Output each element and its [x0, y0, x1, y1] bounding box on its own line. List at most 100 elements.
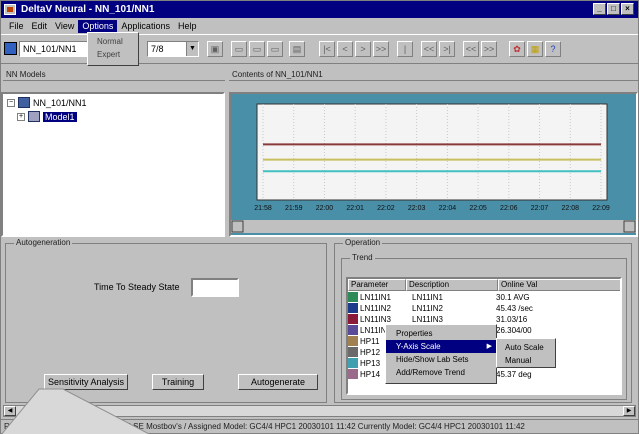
ctx-hide-show-lab[interactable]: Hide/Show Lab Sets: [386, 353, 496, 366]
gear-icon[interactable]: ✿: [509, 41, 525, 57]
cell-description: LN11IN3: [412, 314, 443, 324]
x-tick-label: 22:02: [377, 205, 395, 212]
ctx-properties[interactable]: Properties: [386, 327, 496, 340]
training-button[interactable]: Training: [152, 374, 204, 390]
nav-fast-forward-button[interactable]: >>: [373, 41, 389, 57]
print-icon[interactable]: ▦: [527, 41, 543, 57]
model-node-icon: [28, 111, 40, 122]
scroll-left-icon[interactable]: ◀: [4, 406, 16, 416]
x-tick-label: 22:05: [469, 205, 487, 212]
cell-parameter: LN11IN1: [360, 292, 391, 302]
x-tick-label: 21:59: [285, 205, 303, 212]
context-menu: Properties Y-Axis Scale ▶ Hide/Show Lab S…: [385, 324, 497, 384]
trend-color-swatch: [348, 358, 358, 368]
menu-options[interactable]: Options: [78, 19, 118, 33]
nav-prev-button[interactable]: <: [337, 41, 353, 57]
col-description[interactable]: Description: [406, 279, 498, 291]
nav-rewind-button[interactable]: <<: [421, 41, 437, 57]
nav-first-button[interactable]: |<: [319, 41, 335, 57]
autogenerate-button[interactable]: Autogenerate: [238, 374, 318, 390]
table-header: Parameter Description Online Val: [348, 279, 620, 291]
trend-color-swatch: [348, 325, 358, 335]
x-tick-label: 22:08: [562, 205, 580, 212]
submenu-arrow-icon: ▶: [486, 343, 492, 350]
table-row[interactable]: LN11IN1 LN11IN1 30.1 AVG: [348, 292, 620, 302]
model-tree: − NN_101/NN1 + Model1: [1, 92, 225, 237]
scroll-right-icon[interactable]: ▶: [623, 406, 635, 416]
ctx-add-remove-trend[interactable]: Add/Remove Trend: [386, 366, 496, 379]
nav-pause-button[interactable]: |: [397, 41, 413, 57]
tree-model-label[interactable]: Model1: [43, 111, 77, 122]
collapse-icon[interactable]: −: [7, 98, 15, 107]
table-row[interactable]: LN11IN3 LN11IN3 31.03/16: [348, 314, 620, 324]
cell-description: LN11IN2: [412, 303, 443, 313]
cell-online-value: 30.1 AVG: [496, 292, 530, 302]
save-icon[interactable]: ▣: [207, 41, 223, 57]
menu-edit[interactable]: Edit: [28, 20, 52, 33]
maximize-button[interactable]: □: [607, 3, 620, 15]
autogeneration-group: Autogeneration Time To Steady State Sens…: [5, 238, 327, 403]
nav-last-button[interactable]: >|: [439, 41, 455, 57]
trend-chart: 21:58 21:59 22:00 22:01 22:02 22:03 22:04 22:05…: [231, 98, 636, 233]
menu-bar: File Edit View Options Applications Help: [1, 19, 638, 33]
app-icon: [4, 4, 16, 15]
expand-icon[interactable]: +: [17, 112, 25, 121]
submenu-manual[interactable]: Manual: [497, 354, 555, 367]
menu-help[interactable]: Help: [174, 20, 201, 33]
horizontal-scrollbar[interactable]: ◀ ▶: [3, 405, 636, 417]
options-normal-item[interactable]: Normal: [91, 35, 135, 48]
zoom-icon[interactable]: ▭: [231, 41, 247, 57]
zoom-out-icon[interactable]: ▭: [249, 41, 265, 57]
second-combo[interactable]: 7/8 ▼: [147, 41, 199, 57]
tree-root-label[interactable]: NN_101/NN1: [33, 98, 87, 108]
window-title: DeltaV Neural - NN_101/NN1: [21, 4, 155, 15]
second-combo-value: 7/8: [151, 44, 164, 54]
time-to-steady-input[interactable]: [191, 278, 239, 297]
trend-color-swatch: [348, 292, 358, 302]
time-to-steady-label: Time To Steady State: [94, 282, 180, 292]
scroll-right-button[interactable]: [623, 220, 636, 233]
trend-color-swatch: [348, 336, 358, 346]
minimize-button[interactable]: _: [593, 3, 606, 15]
ctx-y-axis-scale-label: Y-Axis Scale: [396, 342, 441, 351]
cell-online-value: 31.03/16: [496, 314, 528, 324]
tree-model-row[interactable]: + Model1: [17, 111, 77, 122]
nav-forward-button[interactable]: >>: [481, 41, 497, 57]
scroll-left-button[interactable]: [231, 220, 244, 233]
block-combo[interactable]: NN_101/NN1: [19, 41, 91, 57]
close-button[interactable]: ×: [621, 3, 634, 15]
chevron-down-icon[interactable]: ▼: [186, 42, 198, 56]
col-online-value[interactable]: Online Val: [498, 279, 620, 291]
cell-online-value: 45.43 /sec: [496, 303, 533, 313]
col-parameter[interactable]: Parameter: [348, 279, 406, 291]
x-tick-label: 22:03: [408, 205, 426, 212]
trend-color-swatch: [348, 303, 358, 313]
options-expert-item[interactable]: Expert: [91, 48, 135, 61]
cell-parameter: LN11IN3: [360, 314, 391, 324]
x-tick-label: 22:09: [592, 205, 610, 212]
cell-description: LN11IN1: [412, 292, 443, 302]
nav-back-button[interactable]: <<: [463, 41, 479, 57]
tree-pane-header: NN Models: [3, 69, 225, 81]
chart-pane-header: Contents of NN_101/NN1: [229, 69, 638, 81]
chart-scrollbar[interactable]: [231, 220, 636, 233]
tree-root-row[interactable]: − NN_101/NN1: [7, 97, 87, 108]
x-tick-label: 22:06: [500, 205, 518, 212]
help-icon[interactable]: ?: [545, 41, 561, 57]
cell-parameter: LN11IN2: [360, 303, 391, 313]
submenu-auto-scale[interactable]: Auto Scale: [497, 341, 555, 354]
autogeneration-label: Autogeneration: [14, 238, 73, 247]
network-icon: [4, 42, 17, 55]
app-window: DeltaV Neural - NN_101/NN1 _ □ × File Ed…: [0, 0, 639, 434]
title-bar[interactable]: DeltaV Neural - NN_101/NN1 _ □ ×: [1, 1, 638, 18]
menu-file[interactable]: File: [5, 20, 28, 33]
nav-next-button[interactable]: >: [355, 41, 371, 57]
table-row[interactable]: LN11IN2 LN11IN2 45.43 /sec: [348, 303, 620, 313]
zoom-in-icon[interactable]: ▭: [267, 41, 283, 57]
sensitivity-analysis-button[interactable]: Sensitivity Analysis: [44, 374, 128, 390]
chart-icon[interactable]: ▤: [289, 41, 305, 57]
menu-view[interactable]: View: [51, 20, 78, 33]
menu-applications[interactable]: Applications: [117, 20, 174, 33]
ctx-y-axis-scale[interactable]: Y-Axis Scale ▶: [386, 340, 496, 353]
cell-online-value: 45.37 deg: [496, 369, 532, 379]
